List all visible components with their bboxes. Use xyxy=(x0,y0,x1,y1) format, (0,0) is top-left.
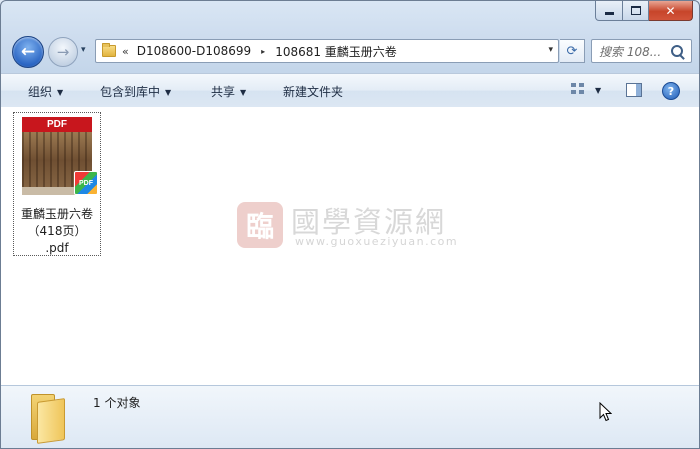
explorer-window: ✕ ← → ▾ « D108600-D108699 ▸ 108681 重麟玉册六… xyxy=(0,0,700,449)
maximize-icon xyxy=(630,6,641,15)
forward-arrow-icon: → xyxy=(56,43,70,61)
new-folder-button[interactable]: 新建文件夹 xyxy=(283,83,343,100)
pdf-file-icon: PDF xyxy=(74,171,98,195)
file-name-line: 重麟玉册六卷 xyxy=(20,207,93,221)
new-folder-label: 新建文件夹 xyxy=(283,85,344,99)
chevron-down-icon: ▼ xyxy=(240,88,247,97)
watermark: 臨 國學資源網 www.guoxueziyuan.com xyxy=(237,200,477,252)
thumbnail-pdf-label: PDF xyxy=(22,117,92,132)
refresh-icon: ⟳ xyxy=(566,43,578,59)
item-count: 1 个对象 xyxy=(93,396,141,410)
watermark-seal-logo: 臨 xyxy=(237,202,283,248)
include-in-library-label: 包含到库中 xyxy=(100,85,161,99)
close-button[interactable]: ✕ xyxy=(649,1,693,21)
close-icon: ✕ xyxy=(665,3,676,18)
breadcrumb-current[interactable]: 108681 重麟玉册六卷 xyxy=(275,43,397,60)
search-icon xyxy=(671,45,683,57)
minimize-button[interactable] xyxy=(595,1,623,21)
search-box[interactable]: 搜索 108... xyxy=(591,39,692,63)
details-pane: 1 个对象 xyxy=(1,385,699,448)
file-name-line: .pdf xyxy=(45,241,69,255)
breadcrumb-separator-icon[interactable]: ▸ xyxy=(261,47,265,56)
recent-pages-dropdown[interactable]: ▾ xyxy=(81,45,86,55)
share-button[interactable]: 共享 ▼ xyxy=(211,83,246,100)
chevron-down-icon: ▼ xyxy=(57,88,64,97)
large-folder-icon xyxy=(29,392,65,444)
file-list[interactable]: PDF PDF 重麟玉册六卷 （418页） .pdf 臨 國學資源網 www.g… xyxy=(1,107,699,385)
include-in-library-button[interactable]: 包含到库中 ▼ xyxy=(100,83,171,100)
view-options-dropdown[interactable]: ▼ xyxy=(595,86,601,95)
organize-label: 组织 xyxy=(28,85,53,99)
maximize-button[interactable] xyxy=(623,1,649,21)
caption-buttons: ✕ xyxy=(595,1,693,21)
file-name-line: （418页） xyxy=(27,224,87,238)
help-icon[interactable]: ? xyxy=(662,82,680,100)
refresh-button[interactable]: ⟳ xyxy=(560,39,585,63)
folder-icon xyxy=(102,43,116,57)
watermark-url: www.guoxueziyuan.com xyxy=(295,235,459,248)
back-button[interactable]: ← xyxy=(12,36,44,68)
minimize-icon xyxy=(604,12,614,15)
command-bar: 组织 ▼ 包含到库中 ▼ 共享 ▼ 新建文件夹 ▼ ? xyxy=(1,73,699,108)
address-dropdown-icon[interactable]: ▾ xyxy=(548,45,553,55)
address-overflow-chevron[interactable]: « xyxy=(122,45,129,58)
back-arrow-icon: ← xyxy=(20,42,36,62)
chevron-down-icon: ▼ xyxy=(165,88,172,97)
share-label: 共享 xyxy=(211,85,236,99)
change-view-icon[interactable] xyxy=(571,83,585,96)
mouse-cursor-icon xyxy=(599,402,612,422)
file-name[interactable]: 重麟玉册六卷 （418页） .pdf xyxy=(14,206,100,257)
breadcrumb-range[interactable]: D108600-D108699 xyxy=(137,44,251,58)
file-item[interactable]: PDF PDF 重麟玉册六卷 （418页） .pdf xyxy=(13,112,101,256)
preview-pane-icon[interactable] xyxy=(626,83,642,97)
search-input[interactable]: 搜索 108... xyxy=(599,43,671,60)
organize-button[interactable]: 组织 ▼ xyxy=(28,83,63,100)
forward-button[interactable]: → xyxy=(48,37,78,67)
address-bar[interactable]: « D108600-D108699 ▸ 108681 重麟玉册六卷 ▾ xyxy=(95,39,559,63)
